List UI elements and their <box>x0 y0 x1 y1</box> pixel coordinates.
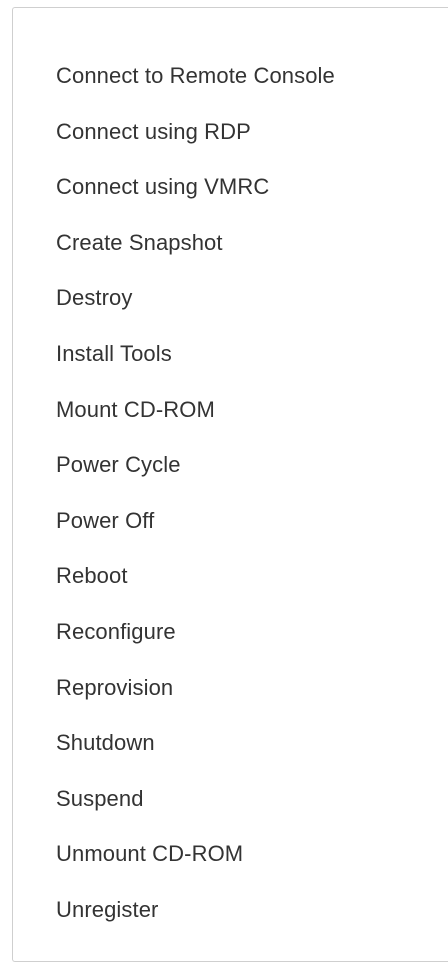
menu-item-shutdown[interactable]: Shutdown <box>13 715 448 771</box>
menu-item-mount-cdrom[interactable]: Mount CD-ROM <box>13 382 448 438</box>
menu-item-reprovision[interactable]: Reprovision <box>13 660 448 716</box>
menu-item-suspend[interactable]: Suspend <box>13 771 448 827</box>
menu-item-reconfigure[interactable]: Reconfigure <box>13 604 448 660</box>
menu-item-power-cycle[interactable]: Power Cycle <box>13 437 448 493</box>
menu-item-power-off[interactable]: Power Off <box>13 493 448 549</box>
menu-item-reboot[interactable]: Reboot <box>13 548 448 604</box>
menu-item-connect-vmrc[interactable]: Connect using VMRC <box>13 159 448 215</box>
actions-dropdown-menu: Connect to Remote Console Connect using … <box>12 7 448 962</box>
menu-item-unmount-cdrom[interactable]: Unmount CD-ROM <box>13 826 448 882</box>
menu-item-connect-rdp[interactable]: Connect using RDP <box>13 104 448 160</box>
menu-item-destroy[interactable]: Destroy <box>13 270 448 326</box>
menu-item-connect-remote-console[interactable]: Connect to Remote Console <box>13 48 448 104</box>
menu-item-create-snapshot[interactable]: Create Snapshot <box>13 215 448 271</box>
menu-item-unregister[interactable]: Unregister <box>13 882 448 938</box>
menu-item-install-tools[interactable]: Install Tools <box>13 326 448 382</box>
